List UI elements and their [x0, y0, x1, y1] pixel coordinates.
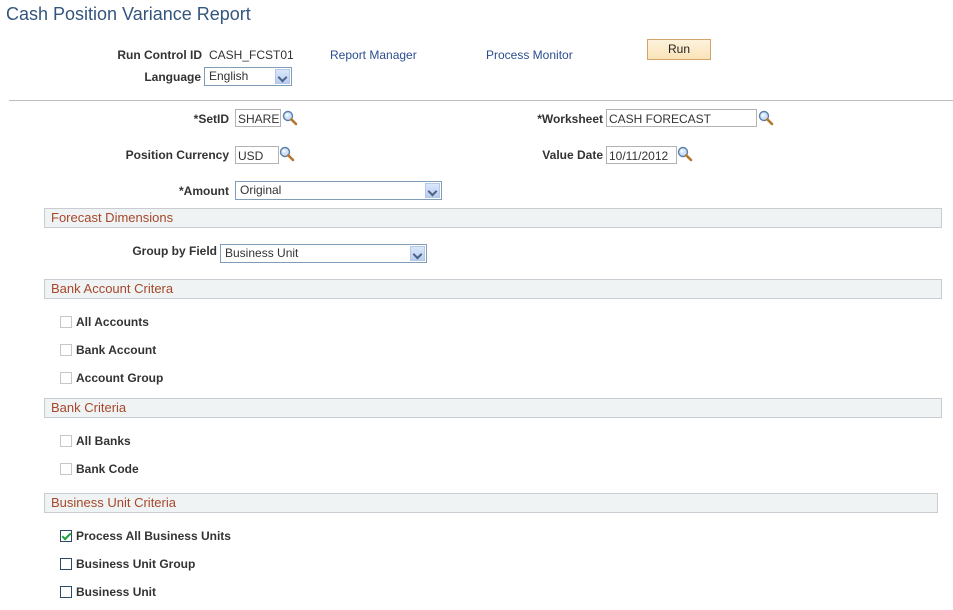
group-by-field-label: Group by Field: [132, 244, 217, 258]
all-banks-option: All Banks: [60, 433, 131, 449]
chevron-down-icon[interactable]: [275, 69, 290, 84]
worksheet-lookup-icon[interactable]: [758, 110, 774, 126]
process-all-business-units-option: Process All Business Units: [60, 528, 231, 544]
bank-account-option: Bank Account: [60, 342, 156, 358]
section-bank-account-criteria: Bank Account Critera: [44, 279, 942, 299]
section-business-unit-criteria: Business Unit Criteria: [44, 493, 938, 513]
run-control-id-value: CASH_FCST01: [209, 48, 294, 62]
report-manager-link[interactable]: Report Manager: [330, 48, 417, 62]
position-currency-label: Position Currency: [125, 148, 229, 162]
value-date-lookup-icon[interactable]: [677, 146, 693, 162]
setid-input[interactable]: SHARE: [235, 109, 281, 127]
language-label: Language: [144, 70, 201, 84]
amount-value: Original: [240, 183, 282, 197]
bank-code-option: Bank Code: [60, 461, 139, 477]
business-unit-group-option: Business Unit Group: [60, 556, 195, 572]
process-all-business-units-label: Process All Business Units: [76, 529, 231, 543]
position-currency-input[interactable]: USD: [235, 146, 279, 164]
value-date-input[interactable]: 10/11/2012: [606, 146, 677, 164]
bank-code-checkbox[interactable]: [60, 463, 72, 475]
all-accounts-checkbox[interactable]: [60, 316, 72, 328]
group-by-field-value: Business Unit: [225, 246, 299, 260]
all-banks-checkbox[interactable]: [60, 435, 72, 447]
setid-label: *SetID: [193, 112, 229, 126]
setid-lookup-icon[interactable]: [282, 110, 298, 126]
worksheet-input[interactable]: CASH FORECAST: [606, 109, 757, 127]
amount-select[interactable]: Original: [235, 181, 442, 200]
bank-account-label: Bank Account: [76, 343, 157, 357]
run-button[interactable]: Run: [647, 39, 711, 60]
worksheet-label: *Worksheet: [537, 112, 603, 126]
group-by-field-select[interactable]: Business Unit: [220, 244, 427, 263]
bank-account-checkbox[interactable]: [60, 344, 72, 356]
process-all-business-units-checkbox[interactable]: [60, 530, 72, 542]
bank-code-label: Bank Code: [76, 462, 139, 476]
business-unit-label: Business Unit: [76, 585, 157, 599]
business-unit-checkbox[interactable]: [60, 586, 72, 598]
chevron-down-icon[interactable]: [410, 246, 425, 261]
language-select[interactable]: English: [204, 67, 292, 86]
account-group-label: Account Group: [76, 371, 164, 385]
divider: [9, 100, 953, 101]
value-date-label: Value Date: [542, 148, 603, 162]
page-title: Cash Position Variance Report: [6, 4, 251, 24]
account-group-checkbox[interactable]: [60, 372, 72, 384]
business-unit-group-label: Business Unit Group: [76, 557, 196, 571]
business-unit-option: Business Unit: [60, 584, 156, 600]
position-currency-lookup-icon[interactable]: [279, 146, 295, 162]
chevron-down-icon[interactable]: [425, 183, 440, 198]
all-accounts-label: All Accounts: [76, 315, 149, 329]
section-forecast-dimensions: Forecast Dimensions: [44, 208, 942, 228]
business-unit-group-checkbox[interactable]: [60, 558, 72, 570]
all-banks-label: All Banks: [76, 434, 131, 448]
section-bank-criteria: Bank Criteria: [44, 398, 942, 418]
amount-label: *Amount: [179, 184, 229, 198]
account-group-option: Account Group: [60, 370, 163, 386]
all-accounts-option: All Accounts: [60, 314, 149, 330]
run-control-id-label: Run Control ID: [117, 48, 202, 62]
language-value: English: [209, 69, 249, 83]
process-monitor-link[interactable]: Process Monitor: [486, 48, 573, 62]
